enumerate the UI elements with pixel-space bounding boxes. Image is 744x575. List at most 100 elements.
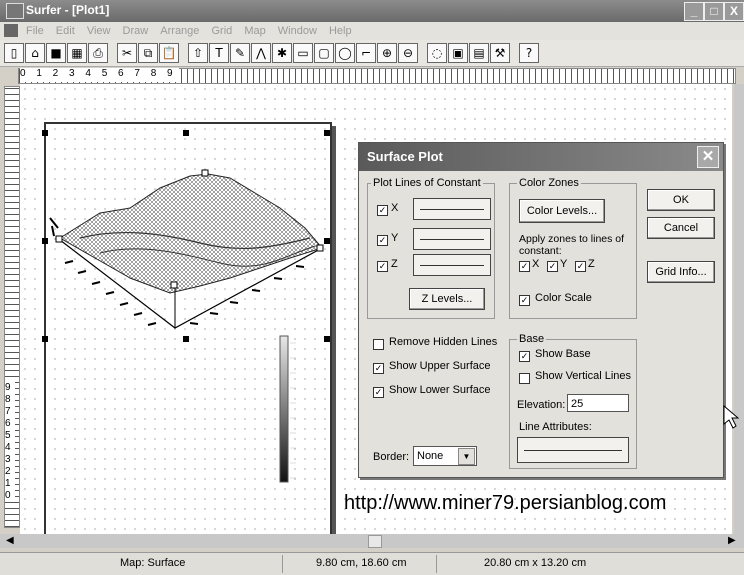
ruler-numbers: 0 1 2 3 4 5 6 7 8 9 (20, 68, 179, 82)
help-icon[interactable]: ? (519, 43, 539, 63)
scroll-right-icon[interactable]: ▶ (728, 535, 736, 546)
dialog-close-icon[interactable]: ✕ (697, 146, 719, 168)
z-line-button[interactable] (413, 254, 491, 276)
color-scale-bar (279, 335, 289, 483)
mouse-cursor-icon (723, 404, 740, 429)
color-zones-label: Color Zones (517, 177, 581, 189)
surface-plot-dialog: Surface Plot ✕ Plot Lines of Constant ✓ … (358, 142, 724, 478)
document-icon[interactable] (4, 24, 18, 37)
selection-handle (324, 130, 330, 136)
plot-z-label: Z (391, 258, 398, 270)
menu-arrange[interactable]: Arrange (160, 22, 199, 40)
grid-icon[interactable]: ▦ (67, 43, 87, 63)
rectangle-icon[interactable]: ▭ (293, 43, 313, 63)
toolbar: ▯ ⌂ ■ ▦ ⎙ ✂ ⧉ 📋 ⇧ T ✎ ⋀ ✱ ▭ ▢ ◯ ⌐ ⊕ ⊖ ◌ ▣ ▤ ⚒? (0, 40, 744, 67)
maximize-button[interactable]: □ (704, 2, 724, 21)
new-icon[interactable]: ▯ (4, 43, 24, 63)
show-lower-label: Show Lower Surface (389, 384, 491, 396)
show-vertical-lines-label: Show Vertical Lines (535, 370, 631, 382)
elevation-label: Elevation: (517, 399, 566, 411)
zoom-out-icon[interactable]: ⊖ (398, 43, 418, 63)
zone-y-checkbox[interactable]: ✓ (547, 261, 558, 272)
menu-file[interactable]: File (26, 22, 44, 40)
paste-icon[interactable]: 📋 (159, 43, 179, 63)
base-label: Base (517, 333, 547, 345)
remove-hidden-checkbox[interactable] (373, 339, 384, 350)
rounded-rect-icon[interactable]: ▢ (314, 43, 334, 63)
status-size: 20.80 cm x 13.20 cm (484, 557, 587, 569)
anchor-handle (170, 281, 178, 289)
menu-window[interactable]: Window (278, 22, 317, 40)
copy-icon[interactable]: ⧉ (138, 43, 158, 63)
plot-y-checkbox[interactable]: ✓ (377, 235, 388, 246)
color-scale-checkbox[interactable]: ✓ (519, 295, 530, 306)
show-upper-label: Show Upper Surface (389, 360, 491, 372)
grid-data-icon[interactable]: ▣ (448, 43, 468, 63)
show-base-checkbox[interactable]: ✓ (519, 351, 530, 362)
surface-plot[interactable] (40, 118, 340, 538)
scroll-left-icon[interactable]: ◀ (6, 535, 14, 546)
menu-map[interactable]: Map (244, 22, 265, 40)
selection-handle (42, 130, 48, 136)
polygon-icon[interactable]: ✎ (230, 43, 250, 63)
show-vertical-lines-checkbox[interactable] (519, 373, 530, 384)
status-position: 9.80 cm, 18.60 cm (316, 557, 407, 569)
zoom-in-icon[interactable]: ⊕ (377, 43, 397, 63)
grid-info-button[interactable]: Grid Info... (647, 261, 715, 283)
vertical-scrollbar[interactable] (734, 84, 744, 536)
print-icon[interactable]: ⎙ (88, 43, 108, 63)
show-upper-checkbox[interactable]: ✓ (373, 363, 384, 374)
show-lower-checkbox[interactable]: ✓ (373, 387, 384, 398)
plot-x-label: X (391, 202, 399, 214)
y-line-button[interactable] (413, 228, 491, 250)
scroll-thumb[interactable] (368, 535, 382, 548)
open-icon[interactable]: ⌂ (25, 43, 45, 63)
window-title: Surfer - [Plot1] (26, 3, 110, 17)
dropdown-arrow-icon[interactable]: ▼ (458, 448, 475, 465)
color-levels-button[interactable]: Color Levels... (519, 199, 605, 223)
save-icon[interactable]: ■ (46, 43, 66, 63)
menu-grid[interactable]: Grid (211, 22, 232, 40)
pointer-icon[interactable]: ⇧ (188, 43, 208, 63)
elevation-input[interactable]: 25 (567, 394, 629, 412)
minimize-button[interactable]: _ (684, 2, 704, 21)
menu-draw[interactable]: Draw (123, 22, 149, 40)
plot-x-checkbox[interactable]: ✓ (377, 205, 388, 216)
zone-y-label: Y (560, 258, 568, 270)
anchor-handle (201, 169, 209, 177)
status-bar: Map: Surface 9.80 cm, 18.60 cm 20.80 cm … (0, 552, 744, 575)
zone-x-checkbox[interactable]: ✓ (519, 261, 530, 272)
menu-edit[interactable]: Edit (56, 22, 75, 40)
horizontal-scrollbar[interactable]: ◀ ▶ (0, 534, 744, 548)
reshape-icon[interactable]: ⌐ (356, 43, 376, 63)
app-icon[interactable] (6, 3, 24, 19)
cancel-button[interactable]: Cancel (647, 217, 715, 239)
dialog-title-bar: Surface Plot ✕ (359, 143, 723, 171)
vruler-label: 9 8 7 6 5 4 3 2 1 0 (5, 382, 14, 501)
map-icon[interactable]: ◌ (427, 43, 447, 63)
symbol-icon[interactable]: ✱ (272, 43, 292, 63)
border-select[interactable]: None ▼ (413, 446, 477, 466)
selection-handle (42, 238, 48, 244)
polyline-icon[interactable]: ⋀ (251, 43, 271, 63)
anchor-handle (55, 235, 63, 243)
plot-y-label: Y (391, 232, 399, 244)
menu-help[interactable]: Help (329, 22, 352, 40)
surface-mesh (59, 173, 323, 294)
close-button[interactable]: X (724, 2, 744, 21)
x-line-button[interactable] (413, 198, 491, 220)
plot-z-checkbox[interactable]: ✓ (377, 261, 388, 272)
zone-z-checkbox[interactable]: ✓ (575, 261, 586, 272)
text-icon[interactable]: T (209, 43, 229, 63)
ellipse-icon[interactable]: ◯ (335, 43, 355, 63)
ok-button[interactable]: OK (647, 189, 715, 211)
base-line-button[interactable] (517, 437, 629, 463)
cut-icon[interactable]: ✂ (117, 43, 137, 63)
grid-node-icon[interactable]: ▤ (469, 43, 489, 63)
menu-view[interactable]: View (87, 22, 111, 40)
line-attributes-label: Line Attributes: (519, 421, 592, 433)
vertical-ruler-numbers: 9 8 7 6 5 4 3 2 1 0 (5, 382, 15, 502)
z-levels-button[interactable]: Z Levels... (409, 288, 485, 310)
selection-handle (324, 336, 330, 342)
wizard-icon[interactable]: ⚒ (490, 43, 510, 63)
